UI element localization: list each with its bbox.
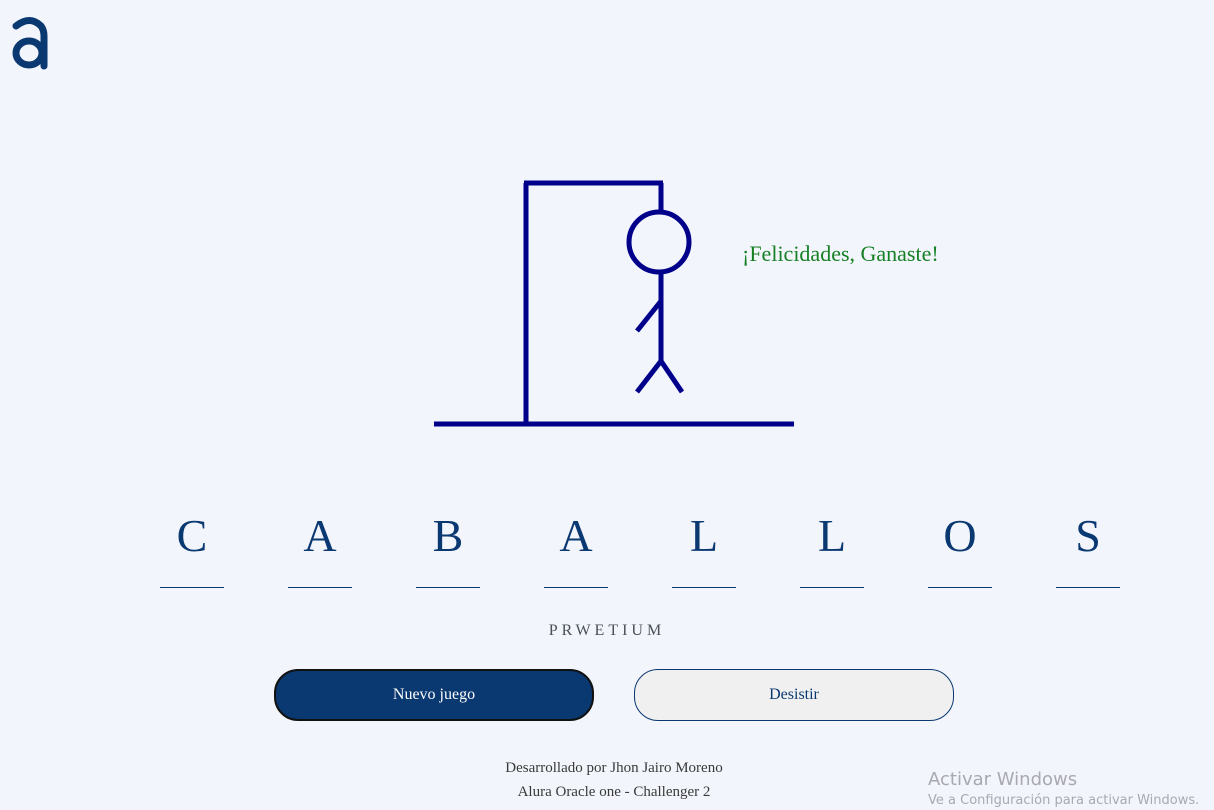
letter-slot: A xyxy=(288,508,352,588)
letter: A xyxy=(303,510,337,561)
letter-slot: C xyxy=(160,508,224,588)
word-slots: C A B A L L O S xyxy=(160,508,1120,588)
letter: O xyxy=(943,510,977,561)
hangman-right-leg xyxy=(658,359,685,394)
letter: C xyxy=(176,510,208,561)
letter-slot: O xyxy=(928,508,992,588)
win-message: ¡Felicidades, Ganaste! xyxy=(742,241,939,266)
new-game-button[interactable]: Nuevo juego xyxy=(274,669,594,721)
letter-slot: S xyxy=(1056,508,1120,588)
alura-logo-icon[interactable] xyxy=(10,16,50,70)
letter-slot: A xyxy=(544,508,608,588)
letter: L xyxy=(689,510,719,561)
hangman-arm xyxy=(635,299,663,333)
wrong-letters: PRWETIUM xyxy=(548,622,666,639)
letter: B xyxy=(432,510,464,561)
hangman-left-leg xyxy=(635,359,663,394)
letter: S xyxy=(1075,510,1101,561)
activation-watermark: Activar Windows Ve a Configuración para … xyxy=(928,768,1199,810)
hangman-head xyxy=(626,209,692,275)
letter: L xyxy=(817,510,847,561)
hangman-drawing xyxy=(434,180,794,427)
give-up-button[interactable]: Desistir xyxy=(634,669,954,721)
letter-slot: L xyxy=(800,508,864,588)
watermark-title: Activar Windows xyxy=(928,769,1078,790)
watermark-subtitle: Ve a Configuración para activar Windows. xyxy=(928,793,1200,808)
letter-slot: L xyxy=(672,508,736,588)
letter: A xyxy=(559,510,593,561)
letter-slot: B xyxy=(416,508,480,588)
